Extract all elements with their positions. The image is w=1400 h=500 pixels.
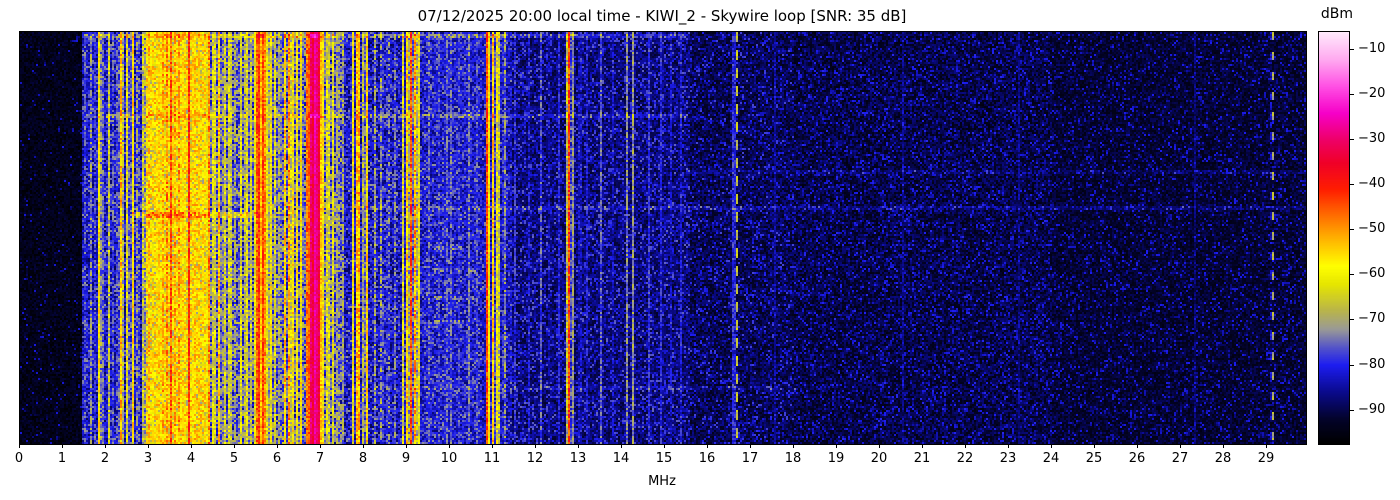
colorbar-tick-label: −50 (1358, 221, 1386, 237)
waterfall-plot-area (19, 31, 1307, 445)
colorbar-axis: −10 −20 −30 −40 −50 −60 −70 −80 −90 (1349, 31, 1399, 443)
colorbar-tick (1350, 184, 1354, 186)
colorbar-tick (1350, 94, 1354, 96)
x-tick (664, 444, 665, 448)
colorbar-tick-label: −60 (1358, 266, 1386, 282)
chart-title: 07/12/2025 20:00 local time - KIWI_2 - S… (417, 7, 907, 25)
x-axis-label: MHz (648, 474, 676, 489)
x-tick (1223, 444, 1224, 448)
colorbar-tick (1350, 319, 1354, 321)
x-tick-label: 3 (143, 451, 153, 466)
x-tick-label: 17 (741, 451, 759, 466)
x-tick-label: 21 (913, 451, 931, 466)
colorbar-tick-label: −90 (1358, 401, 1386, 417)
colorbar-canvas (1319, 32, 1349, 444)
colorbar-tick-label: −30 (1358, 131, 1386, 147)
x-tick-label: 7 (315, 451, 325, 466)
colorbar-tick-label: −80 (1358, 356, 1386, 372)
x-tick (621, 444, 622, 448)
x-tick (320, 444, 321, 448)
x-tick (449, 444, 450, 448)
x-tick-label: 19 (827, 451, 845, 466)
x-tick (1008, 444, 1009, 448)
x-tick-label: 9 (401, 451, 411, 466)
x-tick-label: 27 (1171, 451, 1189, 466)
x-tick (879, 444, 880, 448)
waterfall-canvas (20, 32, 1306, 444)
x-tick (492, 444, 493, 448)
x-tick-label: 16 (698, 451, 716, 466)
x-tick (406, 444, 407, 448)
colorbar-tick (1350, 409, 1354, 411)
x-tick (1137, 444, 1138, 448)
colorbar-tick-label: −70 (1358, 311, 1386, 327)
x-axis: 0 1 2 3 4 5 6 7 8 9 10 11 12 13 14 15 16 17 18 19 20 21 22 23 24… (15, 444, 1305, 474)
x-tick (922, 444, 923, 448)
x-tick (750, 444, 751, 448)
x-tick-label: 29 (1257, 451, 1275, 466)
x-tick (707, 444, 708, 448)
x-tick (793, 444, 794, 448)
x-tick-label: 4 (186, 451, 196, 466)
colorbar-tick (1350, 229, 1354, 231)
x-tick (965, 444, 966, 448)
x-tick-label: 20 (870, 451, 888, 466)
colorbar-tick-label: −10 (1358, 41, 1386, 57)
x-tick (1051, 444, 1052, 448)
x-tick (1266, 444, 1267, 448)
x-tick (363, 444, 364, 448)
x-tick (535, 444, 536, 448)
x-tick-label: 13 (569, 451, 587, 466)
x-tick (19, 444, 20, 448)
x-tick-label: 18 (784, 451, 802, 466)
colorbar-tick (1350, 364, 1354, 366)
x-tick (191, 444, 192, 448)
x-tick (234, 444, 235, 448)
colorbar-tick (1350, 274, 1354, 276)
colorbar-tick (1350, 49, 1354, 51)
x-tick-label: 22 (956, 451, 974, 466)
colorbar-tick (1350, 139, 1354, 141)
x-tick-label: 8 (358, 451, 368, 466)
colorbar-tick-label: −40 (1358, 176, 1386, 192)
x-tick-label: 24 (1042, 451, 1060, 466)
spectrogram-figure: 07/12/2025 20:00 local time - KIWI_2 - S… (0, 0, 1400, 500)
colorbar-label: dBm (1320, 6, 1354, 22)
x-tick-label: 12 (526, 451, 544, 466)
x-tick (62, 444, 63, 448)
x-tick-label: 2 (100, 451, 110, 466)
x-tick-label: 10 (440, 451, 458, 466)
x-tick (1180, 444, 1181, 448)
x-tick (148, 444, 149, 448)
x-tick-label: 28 (1214, 451, 1232, 466)
x-tick-label: 26 (1128, 451, 1146, 466)
colorbar-tick-label: −20 (1358, 86, 1386, 102)
x-tick (578, 444, 579, 448)
x-tick-label: 5 (229, 451, 239, 466)
x-tick (836, 444, 837, 448)
colorbar (1318, 31, 1350, 445)
x-tick-label: 11 (483, 451, 501, 466)
x-tick (105, 444, 106, 448)
x-tick-label: 6 (272, 451, 282, 466)
x-tick-label: 25 (1085, 451, 1103, 466)
x-tick-label: 14 (612, 451, 630, 466)
x-tick-label: 23 (999, 451, 1017, 466)
x-tick-label: 1 (57, 451, 67, 466)
x-tick (1094, 444, 1095, 448)
x-tick (277, 444, 278, 448)
x-tick-label: 0 (14, 451, 24, 466)
x-tick-label: 15 (655, 451, 673, 466)
